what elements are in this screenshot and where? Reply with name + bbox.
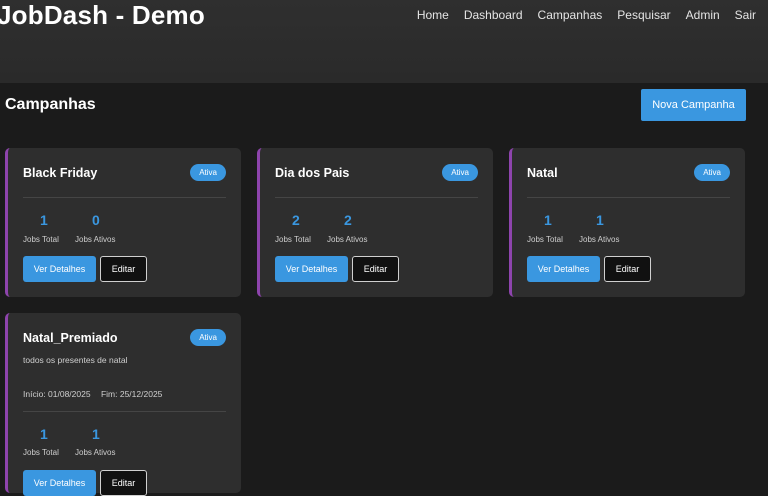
jobs-total-label: Jobs Total (527, 235, 563, 244)
start-date: Início: 01/08/2025 (23, 389, 91, 399)
view-details-button[interactable]: Ver Detalhes (527, 256, 600, 282)
jobs-active-value: 1 (596, 212, 604, 228)
jobs-total-value: 1 (544, 212, 552, 228)
jobs-active-label: Jobs Ativos (327, 235, 368, 244)
campaign-name: Natal (527, 166, 558, 180)
card-divider (23, 411, 226, 412)
nav-sair[interactable]: Sair (735, 8, 756, 22)
view-details-button[interactable]: Ver Detalhes (275, 256, 348, 282)
main-nav: Home Dashboard Campanhas Pesquisar Admin… (417, 8, 756, 22)
campaign-card: Black Friday Ativa 1 Jobs Total 0 Jobs A… (5, 148, 241, 297)
campaign-name: Black Friday (23, 166, 98, 180)
edit-button[interactable]: Editar (100, 470, 147, 496)
jobs-total-value: 2 (292, 212, 300, 228)
card-divider (23, 197, 226, 198)
jobs-total-label: Jobs Total (275, 235, 311, 244)
campaign-description: todos os presentes de natal (23, 355, 128, 365)
campaign-card: Natal Ativa 1 Jobs Total 1 Jobs Ativos V… (509, 148, 745, 297)
status-badge: Ativa (694, 164, 730, 181)
status-badge: Ativa (442, 164, 478, 181)
nav-campanhas[interactable]: Campanhas (538, 8, 603, 22)
jobs-active-label: Jobs Ativos (75, 448, 116, 457)
card-divider (275, 197, 478, 198)
new-campaign-button[interactable]: Nova Campanha (641, 89, 746, 121)
card-divider (527, 197, 730, 198)
view-details-button[interactable]: Ver Detalhes (23, 470, 96, 496)
status-badge: Ativa (190, 164, 226, 181)
view-details-button[interactable]: Ver Detalhes (23, 256, 96, 282)
edit-button[interactable]: Editar (100, 256, 147, 282)
nav-admin[interactable]: Admin (686, 8, 720, 22)
jobs-active-label: Jobs Ativos (75, 235, 116, 244)
edit-button[interactable]: Editar (604, 256, 651, 282)
status-badge: Ativa (190, 329, 226, 346)
jobs-active-label: Jobs Ativos (579, 235, 620, 244)
nav-pesquisar[interactable]: Pesquisar (617, 8, 670, 22)
nav-home[interactable]: Home (417, 8, 449, 22)
jobs-total-label: Jobs Total (23, 235, 59, 244)
top-header: JobDash - Demo Home Dashboard Campanhas … (0, 0, 768, 83)
jobs-total-value: 1 (40, 426, 48, 442)
campaign-name: Natal_Premiado (23, 331, 118, 345)
campaign-name: Dia dos Pais (275, 166, 350, 180)
jobs-active-value: 1 (92, 426, 100, 442)
nav-dashboard[interactable]: Dashboard (464, 8, 523, 22)
campaign-card: Natal_Premiado Ativa todos os presentes … (5, 313, 241, 496)
campaign-card: Dia dos Pais Ativa 2 Jobs Total 2 Jobs A… (257, 148, 493, 297)
jobs-total-label: Jobs Total (23, 448, 59, 457)
campaign-dates: Início: 01/08/2025 Fim: 25/12/2025 (23, 389, 162, 399)
end-date: Fim: 25/12/2025 (100, 389, 163, 399)
jobs-active-value: 2 (344, 212, 352, 228)
jobs-total-value: 1 (40, 212, 48, 228)
jobs-active-value: 0 (92, 212, 100, 228)
page-title: Campanhas (5, 96, 96, 113)
edit-button[interactable]: Editar (352, 256, 399, 282)
app-logo[interactable]: JobDash - Demo (0, 0, 205, 31)
